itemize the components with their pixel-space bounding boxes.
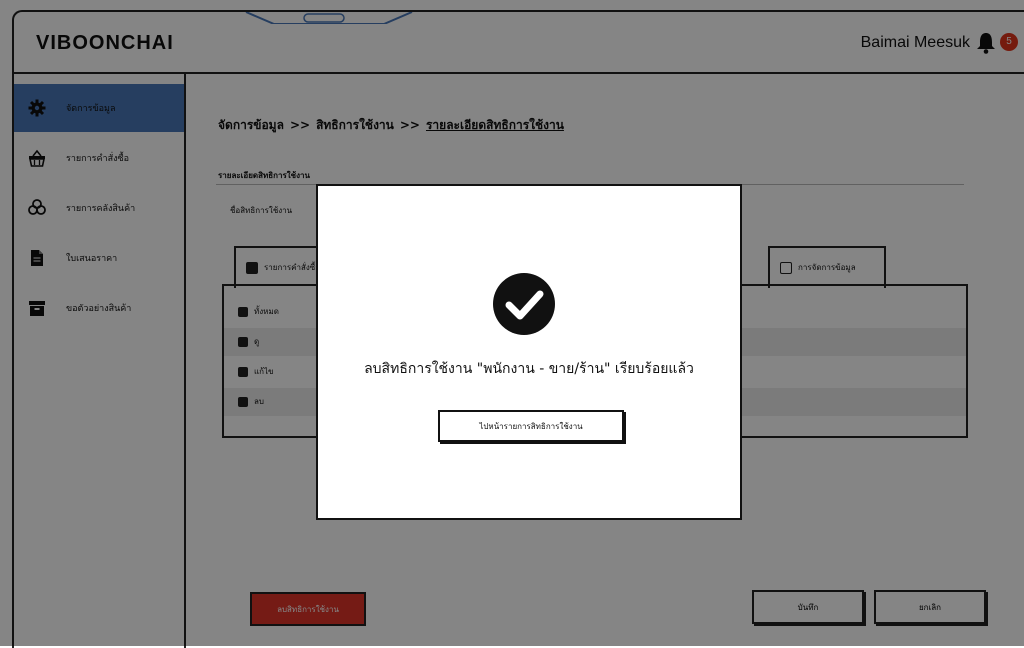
go-to-permission-list-button[interactable]: ไปหน้ารายการสิทธิการใช้งาน bbox=[438, 410, 624, 442]
check-circle-icon bbox=[493, 273, 555, 335]
success-dialog: ลบสิทธิการใช้งาน "พนักงาน - ขาย/ร้าน" เร… bbox=[316, 184, 742, 520]
dialog-message: ลบสิทธิการใช้งาน "พนักงาน - ขาย/ร้าน" เร… bbox=[364, 361, 694, 377]
